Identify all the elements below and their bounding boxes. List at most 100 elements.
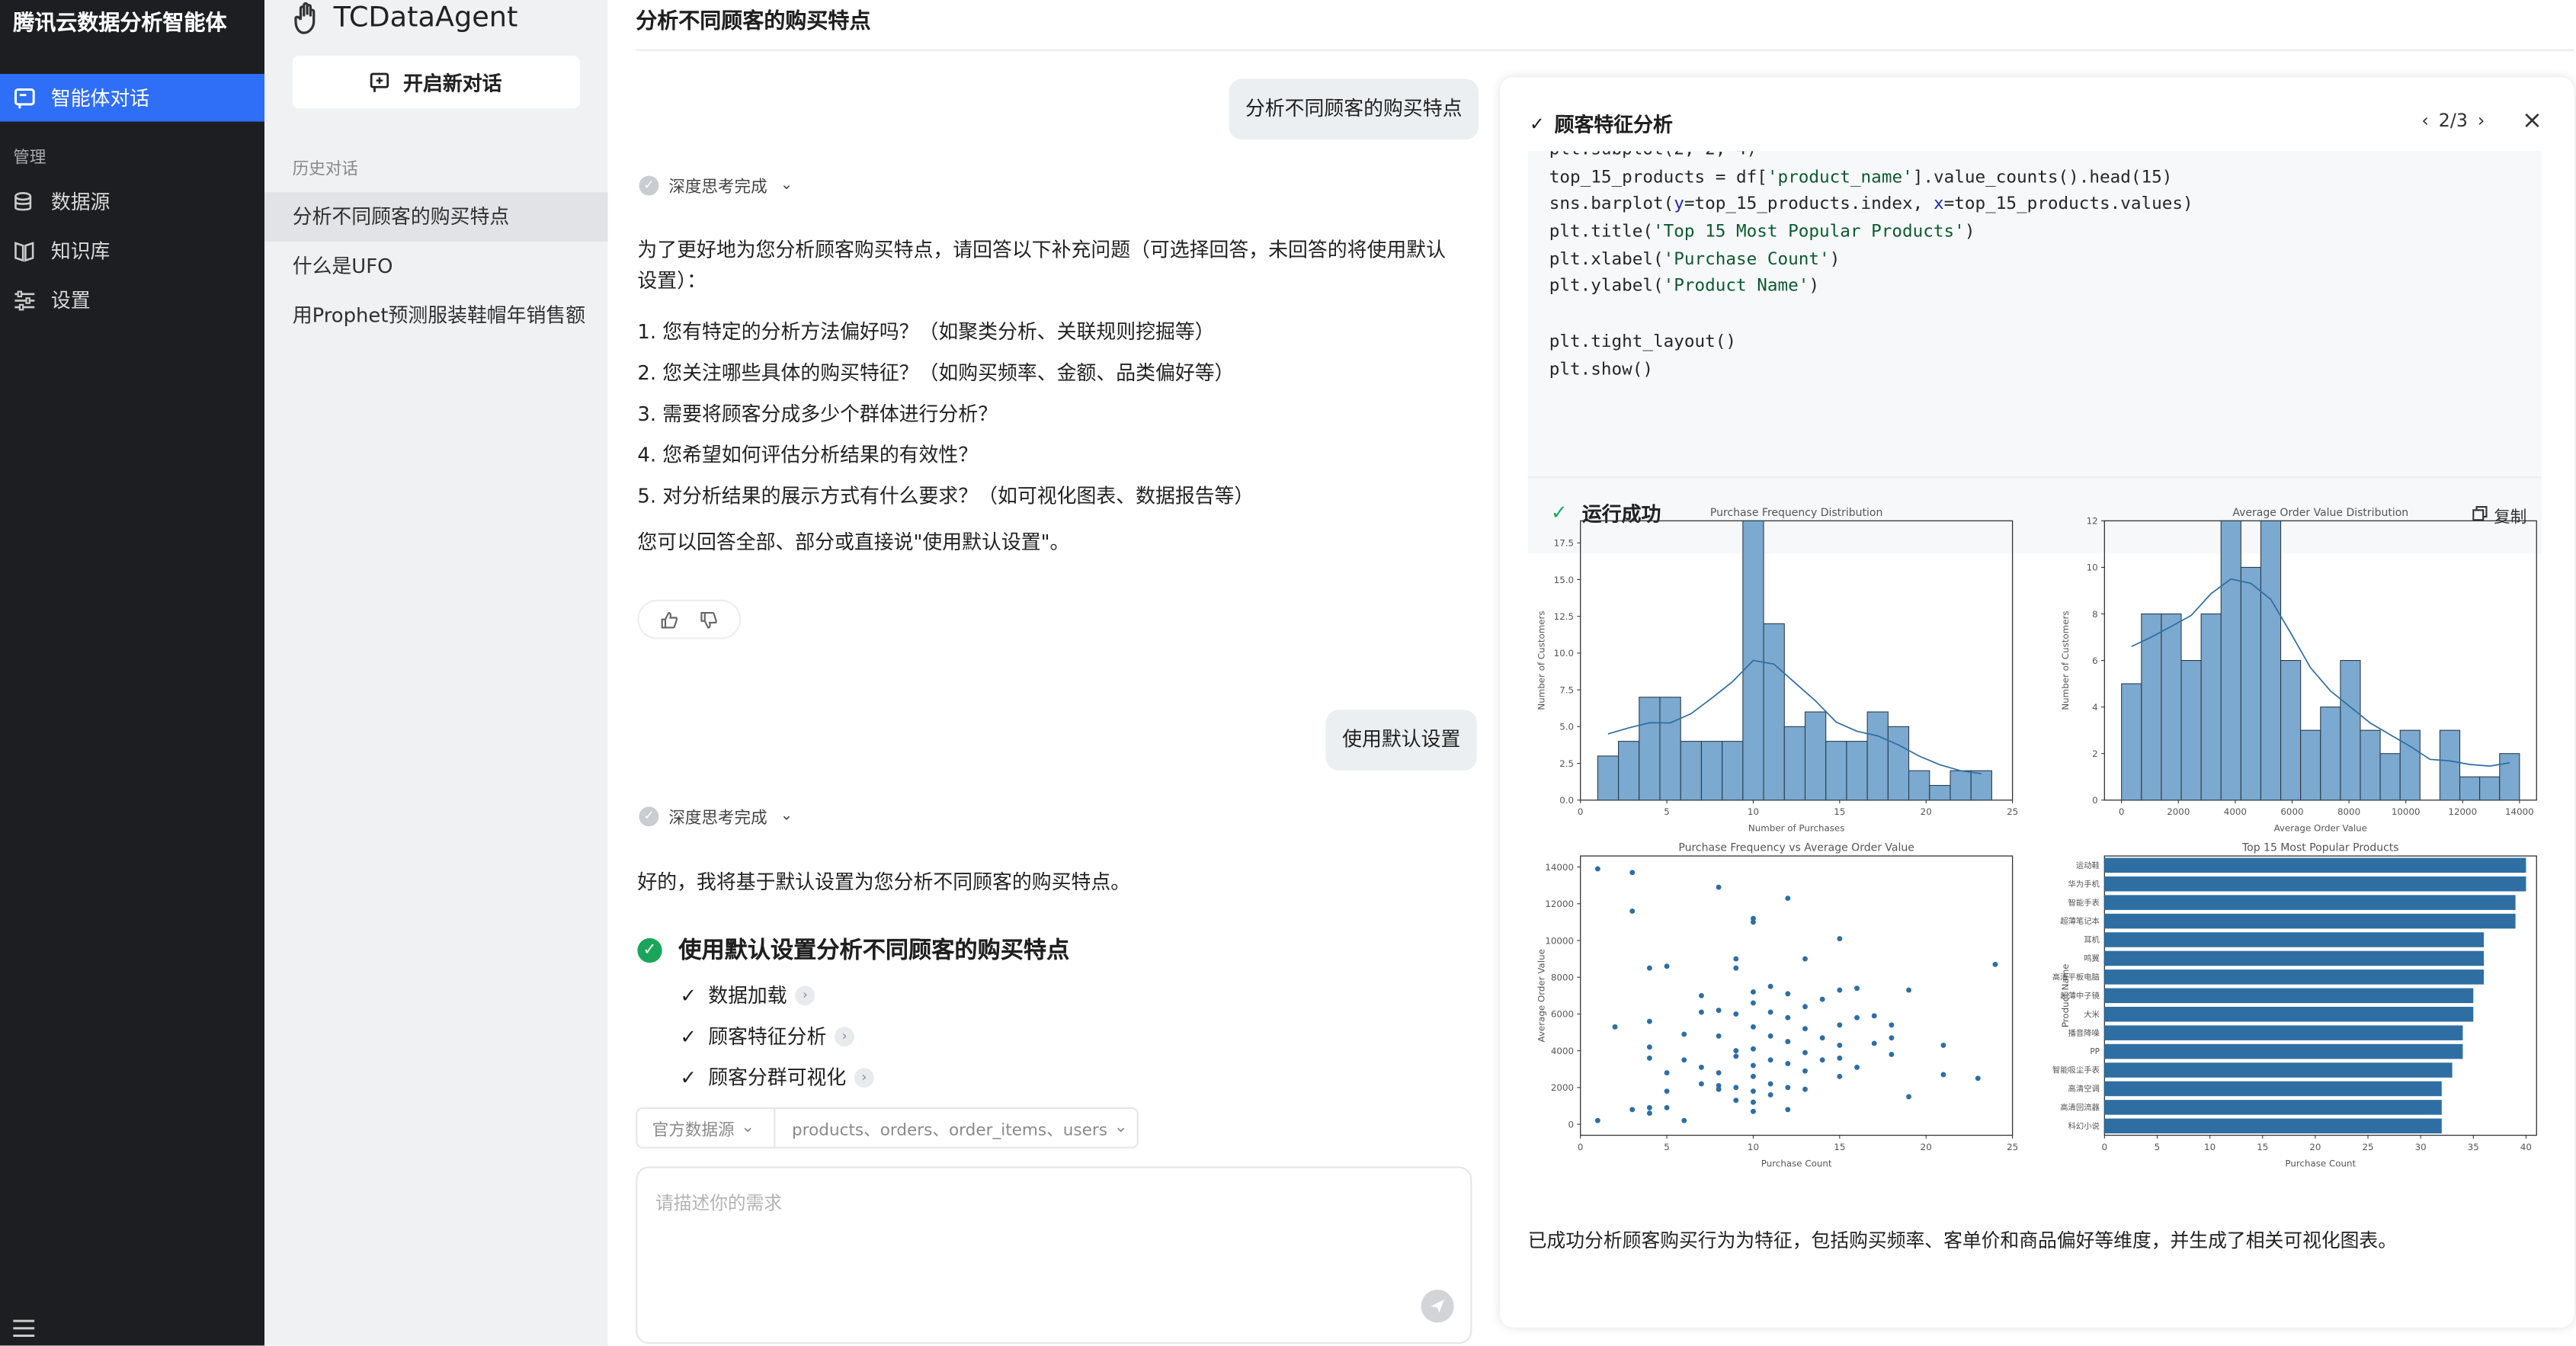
history-item[interactable]: 分析不同顾客的购买特点	[264, 192, 608, 242]
thinking-status[interactable]: ✓ 深度思考完成 ⌄	[639, 172, 793, 197]
product-label: 智能手表	[2068, 898, 2100, 908]
chevron-left-icon[interactable]: ‹	[2421, 110, 2428, 131]
code-lines: plt.subplot(2, 2, 4) top_15_products = df…	[1549, 151, 2193, 383]
new-chat-button[interactable]: 开启新对话	[292, 56, 580, 109]
histogram-bar	[2121, 683, 2142, 801]
histogram-bar	[2280, 660, 2302, 801]
nav-datasource-label: 数据源	[50, 191, 111, 214]
check-circle-icon: ✓	[639, 175, 659, 195]
step-label: 顾客特征分析	[708, 1025, 827, 1049]
plan-step[interactable]: ✓ 顾客分群可视化 ›	[680, 1063, 874, 1091]
chevron-down-icon: ⌄	[741, 1118, 755, 1137]
y-tick-label: 7.5	[1559, 684, 1574, 695]
scatter-point	[1751, 1088, 1756, 1094]
product-bar	[2104, 857, 2526, 873]
histogram-bar	[1887, 726, 1910, 801]
scatter-point	[1716, 1070, 1722, 1075]
scatter-point	[1767, 1057, 1773, 1063]
histogram-bar	[1846, 741, 1868, 801]
check-icon: ✓	[680, 983, 697, 1007]
logo: TCDataAgent	[293, 0, 518, 36]
collapse-menu-icon[interactable]	[13, 1312, 35, 1344]
y-tick-label: 0.0	[1559, 795, 1574, 806]
new-chat-icon	[370, 72, 390, 91]
detail-panel: ✓ 顾客特征分析 ‹ 2/3 › × plt.subplot(2, 2, 4) t…	[1500, 77, 2574, 1328]
product-bar	[2104, 1062, 2453, 1078]
nav-chat-label: 智能体对话	[50, 87, 150, 111]
thinking-status[interactable]: ✓ 深度思考完成 ⌄	[639, 803, 793, 828]
y-tick-label: 10	[2087, 562, 2098, 573]
thumbs-down-icon[interactable]	[700, 604, 719, 635]
y-tick-label: 6000	[1551, 1009, 1574, 1020]
y-tick-label: 4000	[1551, 1046, 1574, 1056]
plan-step[interactable]: ✓ 顾客特征分析 ›	[680, 1022, 855, 1050]
histogram-bar	[2200, 613, 2222, 801]
header-divider	[636, 49, 2574, 51]
scatter-point	[1785, 1014, 1791, 1021]
product-label: 智能吸尘手表	[2052, 1066, 2100, 1075]
history-item[interactable]: 用Prophet预测服装鞋帽年销售额	[264, 291, 608, 341]
y-tick-label: 12.5	[1554, 611, 1574, 622]
scatter-point	[1698, 1009, 1704, 1015]
chart-figure: Purchase Frequency Distribution Number of…	[1536, 507, 2537, 1168]
plan-step[interactable]: ✓ 数据加载 ›	[680, 981, 815, 1009]
y-tick-label: 17.5	[1554, 538, 1574, 549]
scatter-point	[1698, 992, 1704, 998]
prompt-input[interactable]: 请描述你的需求	[655, 1190, 782, 1216]
history-item[interactable]: 什么是UFO	[264, 242, 608, 291]
product-bar	[2104, 913, 2516, 929]
scatter-point	[1906, 1094, 1911, 1100]
nav-chat[interactable]: 智能体对话	[0, 74, 265, 122]
scatter-point	[1802, 1086, 1808, 1092]
product-label: PP	[2090, 1047, 2099, 1056]
scatter-point	[1629, 870, 1636, 876]
scatter-point	[1646, 1018, 1652, 1024]
x-axis-label: Purchase Count	[2285, 1158, 2356, 1168]
product-label: 运动鞋	[2076, 860, 2100, 870]
code-line: plt.subplot(2, 2, 4)	[1549, 151, 2193, 164]
x-axis-label: Average Order Value	[2274, 823, 2367, 834]
histogram-bar	[2439, 729, 2461, 801]
scatter-point	[1992, 961, 1998, 967]
x-tick-label: 25	[2007, 806, 2018, 817]
nav-datasource[interactable]: 数据源	[0, 178, 264, 226]
send-button[interactable]	[1421, 1290, 1454, 1323]
nav-knowledge[interactable]: 知识库	[0, 226, 264, 274]
y-tick-label: 14000	[1545, 862, 1574, 873]
product-bar	[2104, 969, 2485, 985]
chevron-right-icon[interactable]: ›	[2478, 110, 2485, 131]
scatter-point	[1716, 884, 1722, 890]
close-icon[interactable]: ×	[2522, 105, 2542, 135]
nav-settings[interactable]: 设置	[0, 276, 264, 324]
product-label: 耳机	[2084, 935, 2100, 945]
histogram-bar	[2360, 729, 2381, 801]
histogram-bar	[1970, 770, 1992, 801]
x-tick-label: 6000	[2280, 806, 2303, 817]
thumbs-up-icon[interactable]	[660, 604, 678, 635]
product-bar	[2104, 950, 2485, 966]
x-tick-label: 30	[2415, 1142, 2427, 1152]
histogram-bar	[2300, 729, 2321, 801]
x-tick-label: 15	[1834, 1142, 1845, 1152]
tables-select[interactable]: products、orders、order_items、users ⌄	[775, 1116, 1128, 1140]
scatter-point	[1837, 1022, 1843, 1028]
source-select[interactable]: 官方数据源 ⌄	[637, 1109, 776, 1147]
histogram-bar	[2161, 613, 2182, 801]
histogram-bar	[2260, 520, 2282, 801]
scatter-point	[1767, 1081, 1773, 1087]
scatter-point	[1837, 1055, 1843, 1061]
check-icon: ✓	[680, 1024, 697, 1048]
check-circle-icon: ✓	[639, 806, 659, 826]
scatter-point	[1716, 1086, 1722, 1092]
scatter-point	[1664, 963, 1670, 969]
product-label: 超薄中子镜	[2060, 991, 2100, 1001]
check-icon: ✓	[1529, 113, 1545, 135]
scatter-point	[1612, 1024, 1618, 1030]
histogram-bar	[1659, 697, 1681, 801]
logo-text: TCDataAgent	[333, 2, 518, 35]
scatter-point	[1975, 1075, 1981, 1082]
x-tick-label: 4000	[2224, 806, 2247, 817]
scatter-point	[1854, 985, 1860, 992]
sliders-icon	[13, 288, 36, 311]
assistant-reply: 好的，我将基于默认设置为您分析不同顾客的购买特点。	[637, 870, 1131, 894]
